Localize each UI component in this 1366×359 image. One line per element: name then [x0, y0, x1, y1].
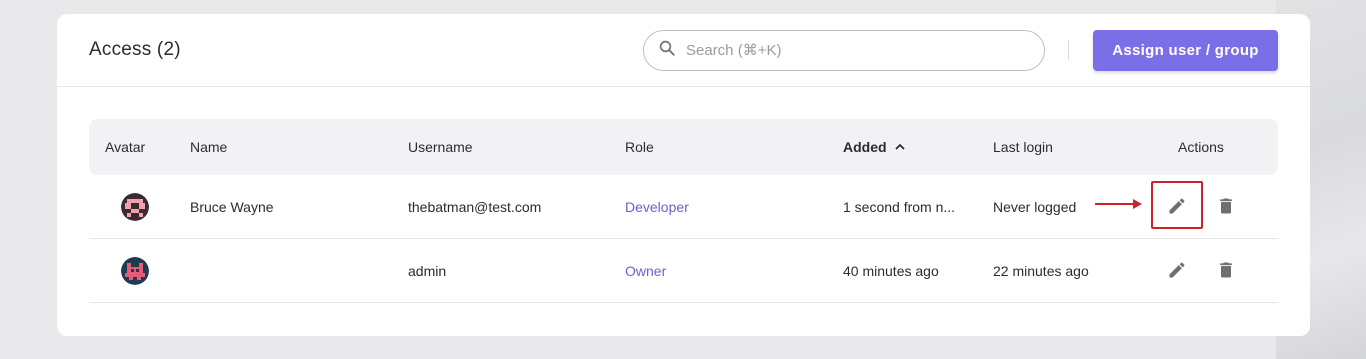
delete-button[interactable] [1212, 193, 1240, 221]
role-link[interactable]: Owner [625, 263, 666, 279]
username: admin [408, 263, 447, 279]
username: thebatman@test.com [408, 199, 542, 215]
avatar [121, 193, 149, 221]
edit-icon [1167, 196, 1187, 219]
assign-user-group-button[interactable]: Assign user / group [1093, 30, 1278, 71]
card-header: Access (2) Assign user / group [57, 14, 1310, 87]
edit-button[interactable] [1163, 193, 1191, 221]
table-row: Bruce Wayne thebatman@test.com Developer… [89, 175, 1278, 239]
sort-up-icon [894, 140, 906, 156]
edit-button[interactable] [1163, 257, 1191, 285]
column-header-added[interactable]: Added [843, 139, 906, 156]
user-name: Bruce Wayne [190, 199, 274, 215]
column-header-last-login[interactable]: Last login [993, 139, 1053, 155]
delete-button[interactable] [1212, 257, 1240, 285]
added-time: 1 second from n... [843, 199, 956, 215]
delete-icon [1216, 260, 1236, 283]
search-box[interactable] [643, 30, 1045, 71]
column-header-actions: Actions [1178, 139, 1224, 155]
last-login: 22 minutes ago [993, 263, 1089, 279]
edit-icon [1167, 260, 1187, 283]
access-table: Avatar Name Username Role Added Last log… [89, 119, 1278, 303]
table-row: admin Owner 40 minutes ago 22 minutes ag… [89, 239, 1278, 303]
avatar [121, 257, 149, 285]
header-divider [1068, 40, 1069, 60]
search-icon [658, 39, 676, 62]
column-header-name[interactable]: Name [190, 139, 227, 155]
page-title: Access (2) [89, 39, 181, 60]
added-time: 40 minutes ago [843, 263, 939, 279]
table-header: Avatar Name Username Role Added Last log… [89, 119, 1278, 175]
column-header-role[interactable]: Role [625, 139, 654, 155]
delete-icon [1216, 196, 1236, 219]
search-input[interactable] [686, 42, 1016, 59]
arrow-right-icon [1095, 199, 1142, 209]
role-link[interactable]: Developer [625, 199, 689, 215]
column-header-username[interactable]: Username [408, 139, 473, 155]
last-login: Never logged [993, 199, 1077, 215]
column-header-avatar: Avatar [105, 139, 146, 155]
access-card: Access (2) Assign user / group Avatar Na… [57, 14, 1310, 336]
column-header-added-label: Added [843, 139, 887, 155]
